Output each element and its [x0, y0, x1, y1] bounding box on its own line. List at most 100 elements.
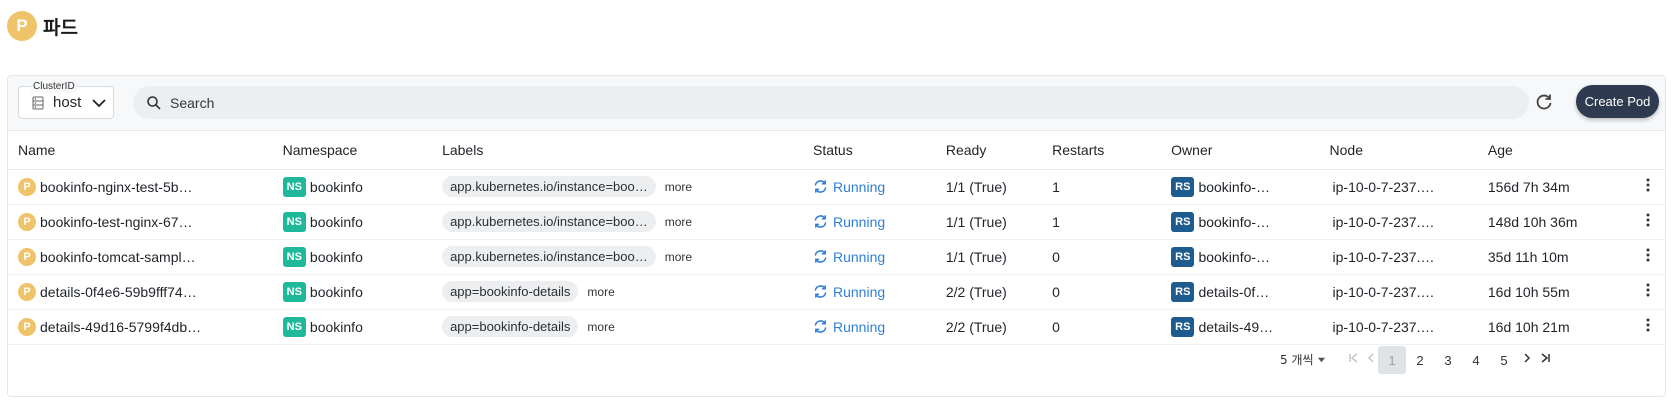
status-text: Running: [833, 283, 886, 300]
labels-more-link[interactable]: more: [665, 215, 692, 229]
node-link[interactable]: ip-10-0-7-237.…: [1330, 214, 1435, 230]
per-page-select[interactable]: 5 개씩: [1280, 351, 1326, 368]
age-value: 16d 10h 21m: [1477, 309, 1624, 345]
namespace-link[interactable]: bookinfo: [310, 284, 363, 300]
table-row[interactable]: Pbookinfo-test-nginx-67… NS bookinfo app.…: [8, 204, 1665, 240]
replicaset-badge: RS: [1171, 246, 1195, 267]
namespace-link[interactable]: bookinfo: [310, 319, 363, 335]
page-button-4[interactable]: 4: [1462, 346, 1490, 374]
pod-icon: P: [18, 317, 36, 336]
namespace-badge: NS: [282, 246, 306, 267]
node-link[interactable]: ip-10-0-7-237.…: [1330, 179, 1435, 195]
ready-value: 2/2 (True): [935, 309, 1043, 345]
column-header-namespace[interactable]: Namespace: [272, 131, 433, 170]
age-value: 16d 10h 55m: [1477, 274, 1624, 310]
pod-icon: P: [18, 177, 36, 196]
refresh-icon[interactable]: [1534, 92, 1554, 112]
chevron-down-icon: [92, 99, 106, 108]
last-page-icon[interactable]: [1538, 351, 1552, 365]
label-chip: app.kubernetes.io/instance=boo…: [442, 211, 656, 232]
namespace-badge: NS: [282, 176, 306, 197]
namespace-link[interactable]: bookinfo: [310, 249, 363, 265]
pod-icon: P: [7, 11, 37, 41]
label-chip: app.kubernetes.io/instance=boo…: [442, 176, 656, 197]
pods-panel: ClusterID host Cre: [7, 75, 1666, 397]
labels-more-link[interactable]: more: [587, 285, 614, 299]
pod-name-link[interactable]: bookinfo-nginx-test-5b…: [40, 179, 193, 195]
page-button-3[interactable]: 3: [1434, 346, 1462, 374]
page-button-2[interactable]: 2: [1406, 346, 1434, 374]
labels-more-link[interactable]: more: [665, 250, 692, 264]
table-row[interactable]: Pdetails-49d16-5799f4db… NS bookinfo app=…: [8, 309, 1665, 345]
page-button-1[interactable]: 1: [1378, 346, 1406, 374]
ready-value: 1/1 (True): [935, 169, 1043, 205]
ready-value: 1/1 (True): [935, 239, 1043, 275]
ready-value: 1/1 (True): [935, 204, 1043, 240]
replicaset-badge: RS: [1171, 281, 1195, 302]
search-input[interactable]: [170, 86, 1510, 119]
owner-link[interactable]: details-49…: [1198, 319, 1273, 335]
kebab-menu-icon[interactable]: [1640, 317, 1656, 333]
owner-link[interactable]: bookinfo-…: [1198, 249, 1270, 265]
next-page-icon[interactable]: [1520, 351, 1534, 365]
labels-more-link[interactable]: more: [665, 180, 692, 194]
pods-table: Name Namespace Labels Status Ready Resta…: [8, 131, 1665, 345]
node-link[interactable]: ip-10-0-7-237.…: [1330, 319, 1435, 335]
column-header-status[interactable]: Status: [803, 131, 936, 170]
sync-icon: [814, 285, 827, 298]
owner-link[interactable]: bookinfo-…: [1198, 214, 1270, 230]
status-text: Running: [833, 248, 886, 265]
first-page-icon[interactable]: [1347, 351, 1361, 365]
label-chip: app=bookinfo-details: [442, 281, 579, 302]
age-value: 156d 7h 34m: [1477, 169, 1624, 205]
pod-icon: P: [18, 212, 36, 231]
status-text: Running: [833, 178, 886, 195]
pod-icon: P: [18, 282, 36, 301]
namespace-badge: NS: [282, 281, 306, 302]
namespace-badge: NS: [282, 211, 306, 232]
node-link[interactable]: ip-10-0-7-237.…: [1330, 249, 1435, 265]
node-link[interactable]: ip-10-0-7-237.…: [1330, 284, 1435, 300]
sync-icon: [814, 215, 827, 228]
restarts-value: 0: [1042, 309, 1162, 345]
table-row[interactable]: Pdetails-0f4e6-59b9fff74… NS bookinfo app…: [8, 274, 1665, 310]
table-header-row: Name Namespace Labels Status Ready Resta…: [8, 131, 1665, 170]
pod-name-link[interactable]: details-49d16-5799f4db…: [40, 319, 201, 335]
kebab-menu-icon[interactable]: [1640, 247, 1656, 263]
namespace-link[interactable]: bookinfo: [310, 179, 363, 195]
page-header: P 파드: [7, 11, 78, 41]
column-header-age[interactable]: Age: [1477, 131, 1624, 170]
caret-down-icon: [1317, 357, 1325, 363]
column-header-name[interactable]: Name: [8, 131, 273, 170]
table-row[interactable]: Pbookinfo-tomcat-sampl… NS bookinfo app.k…: [8, 239, 1665, 275]
pod-name-link[interactable]: bookinfo-test-nginx-67…: [40, 214, 193, 230]
prev-page-icon[interactable]: [1364, 351, 1378, 365]
restarts-value: 0: [1042, 239, 1162, 275]
column-header-node[interactable]: Node: [1319, 131, 1478, 170]
kebab-menu-icon[interactable]: [1640, 177, 1656, 193]
sync-icon: [814, 320, 827, 333]
kebab-menu-icon[interactable]: [1640, 282, 1656, 298]
pod-name-link[interactable]: details-0f4e6-59b9fff74…: [40, 284, 197, 300]
column-header-owner[interactable]: Owner: [1161, 131, 1320, 170]
sync-icon: [814, 250, 827, 263]
table-row[interactable]: Pbookinfo-nginx-test-5b… NS bookinfo app.…: [8, 169, 1665, 205]
cluster-select[interactable]: ClusterID host: [18, 81, 114, 119]
replicaset-badge: RS: [1171, 211, 1195, 232]
page-title: 파드: [43, 16, 78, 39]
labels-more-link[interactable]: more: [587, 320, 614, 334]
page-button-5[interactable]: 5: [1490, 346, 1518, 374]
owner-link[interactable]: bookinfo-…: [1198, 179, 1270, 195]
replicaset-badge: RS: [1171, 176, 1195, 197]
create-pod-button[interactable]: Create Pod: [1576, 85, 1659, 118]
column-header-restarts[interactable]: Restarts: [1042, 131, 1162, 170]
column-header-ready[interactable]: Ready: [935, 131, 1043, 170]
age-value: 148d 10h 36m: [1477, 204, 1624, 240]
owner-link[interactable]: details-0f…: [1198, 284, 1269, 300]
namespace-link[interactable]: bookinfo: [310, 214, 363, 230]
restarts-value: 1: [1042, 204, 1162, 240]
cluster-select-label: ClusterID: [31, 81, 77, 93]
column-header-labels[interactable]: Labels: [432, 131, 803, 170]
pod-name-link[interactable]: bookinfo-tomcat-sampl…: [40, 249, 196, 265]
kebab-menu-icon[interactable]: [1640, 212, 1656, 228]
